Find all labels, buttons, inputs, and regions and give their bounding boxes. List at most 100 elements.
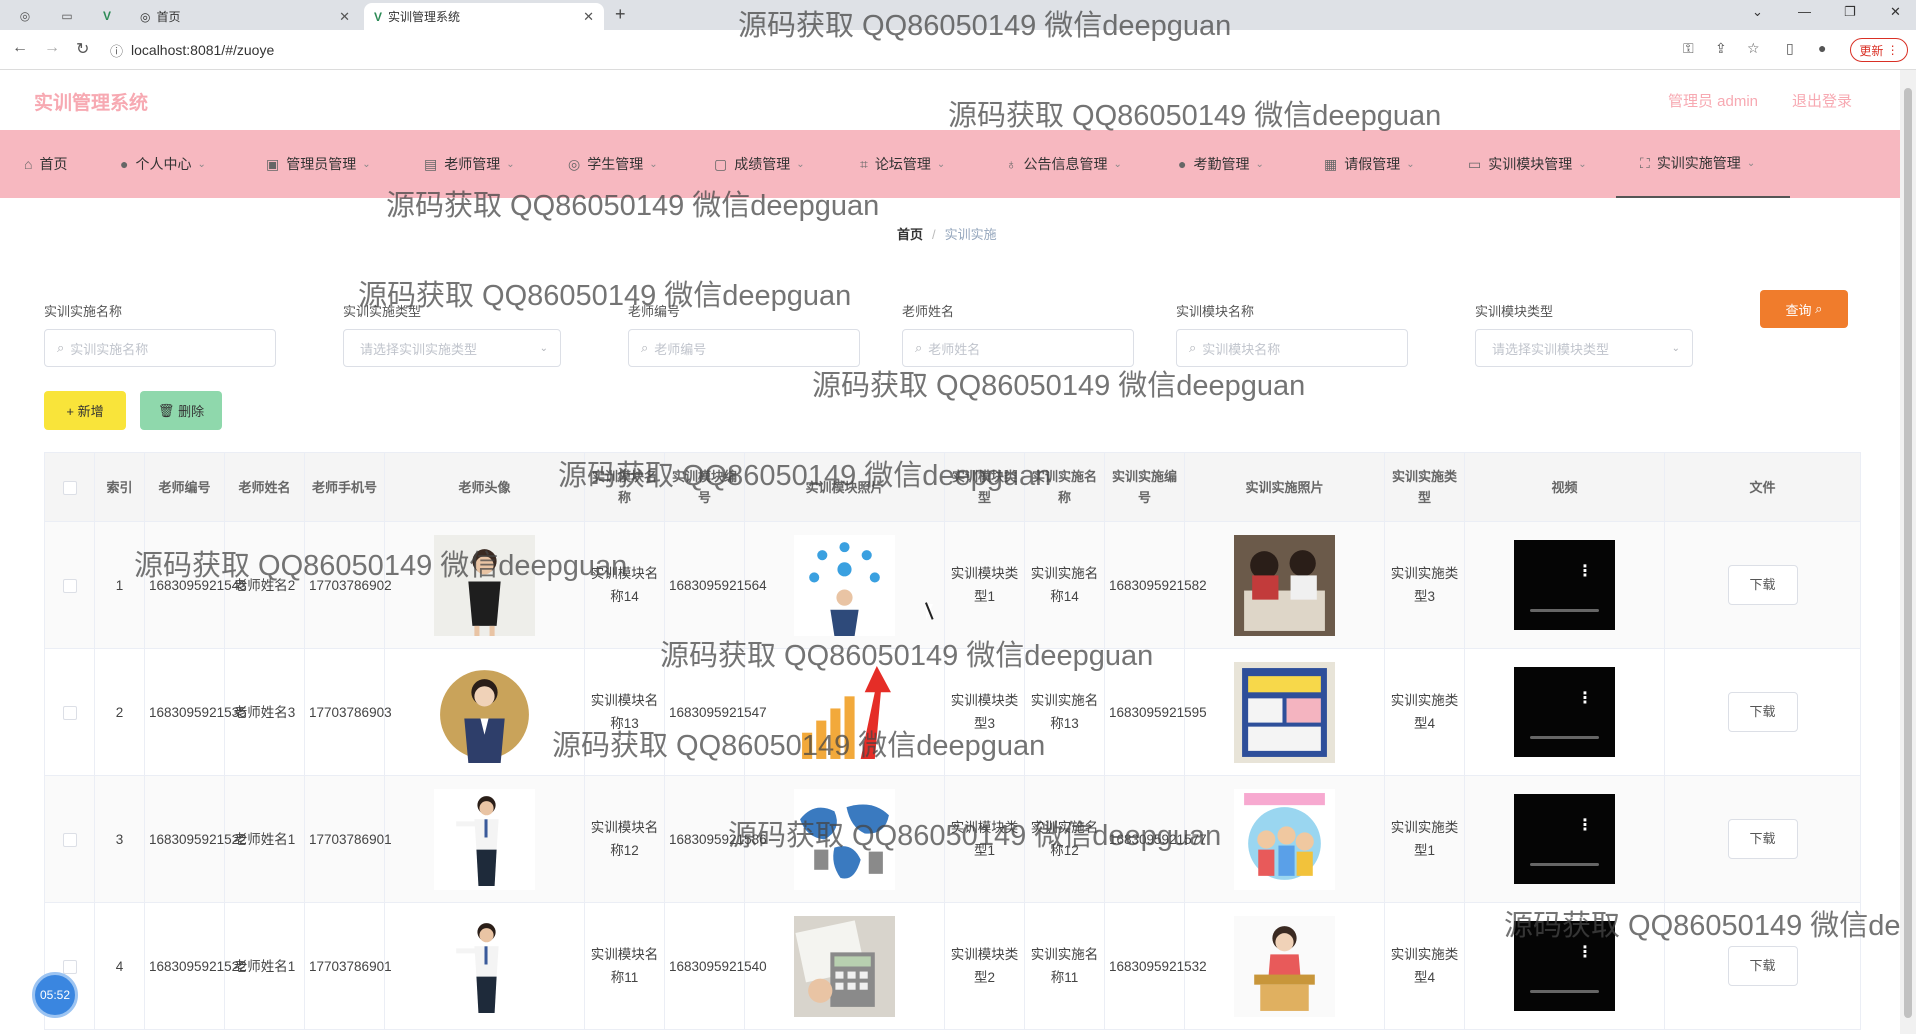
floating-clock-badge[interactable]: 05:52 (32, 972, 78, 1018)
video-progress-bar[interactable] (1530, 736, 1599, 739)
row-select[interactable] (44, 648, 95, 776)
restore-icon[interactable]: ❐ (1844, 4, 1856, 20)
download-button[interactable]: 下载 (1727, 819, 1798, 859)
close-icon[interactable]: ✕ (583, 9, 594, 25)
cell-impl-name: 实训实施名称11 (1024, 902, 1105, 1030)
row-select[interactable] (44, 521, 95, 649)
impl-photo-image[interactable] (1234, 788, 1335, 890)
delete-button[interactable]: 🗑 删除 (140, 391, 222, 430)
teacher-no-input[interactable]: ⌕ 老师编号 (628, 329, 860, 367)
tab-list-icon[interactable]: ⌄ (1752, 4, 1763, 20)
download-button[interactable]: 下载 (1727, 946, 1798, 986)
teacher-avatar-image[interactable] (434, 788, 535, 890)
header-select-all[interactable] (44, 452, 95, 522)
forward-arrow-icon[interactable]: → (44, 39, 60, 57)
table-row: 2 1683095921535 老师姓名3 17703786903 实训模块名称… (44, 648, 1861, 776)
menu-item-announcements[interactable]: ♁ 公告信息管理 ⌄ (1006, 130, 1122, 198)
cell-index: 1 (94, 521, 145, 649)
menu-item-leave[interactable]: ▦ 请假管理 ⌄ (1324, 130, 1415, 198)
module-photo-image[interactable] (794, 915, 895, 1017)
query-button[interactable]: 查询 ⌕ (1760, 290, 1848, 328)
column-header: 老师手机号 (304, 452, 385, 522)
teacher-avatar-image[interactable] (434, 915, 535, 1017)
video-player[interactable]: ⋮ (1514, 794, 1615, 884)
more-vertical-icon[interactable]: ⋮ (1577, 818, 1593, 834)
menu-item-modules[interactable]: ▭ 实训模块管理 ⌄ (1468, 130, 1587, 198)
checkbox[interactable] (62, 481, 77, 496)
cell-teacher-no: 1683095921535 (144, 648, 247, 776)
checkbox[interactable] (62, 832, 77, 847)
pinned-tab-icon[interactable]: ▭ (56, 5, 78, 27)
checkbox[interactable] (62, 578, 77, 593)
video-progress-bar[interactable] (1530, 863, 1599, 866)
impl-type-select[interactable]: 请选择实训实施类型 ⌄ (343, 329, 561, 367)
sidebar-icon[interactable]: ▯ (1786, 40, 1794, 57)
profile-icon[interactable]: ● (1818, 40, 1826, 56)
search-icon: ⌕ (1815, 301, 1823, 316)
minimize-icon[interactable]: — (1798, 4, 1811, 19)
video-player[interactable]: ⋮ (1514, 667, 1615, 757)
video-progress-bar[interactable] (1530, 609, 1599, 612)
reload-icon[interactable]: ↻ (76, 39, 89, 59)
page-scrollbar[interactable] (1900, 70, 1916, 1034)
module-type-select[interactable]: 请选择实训模块类型 ⌄ (1475, 329, 1693, 367)
module-photo-image[interactable] (794, 788, 895, 890)
menu-item-teachers[interactable]: ▤ 老师管理 ⌄ (424, 130, 515, 198)
breadcrumb-home[interactable]: 首页 (897, 227, 923, 242)
impl-photo-image[interactable] (1234, 661, 1335, 763)
cell-module-photo (744, 648, 945, 776)
module-photo-image[interactable] (794, 534, 895, 636)
column-header: 实训实施类型 (1384, 452, 1465, 522)
key-icon[interactable]: ⚿ (1683, 40, 1694, 57)
menu-item-profile[interactable]: ● 个人中心 ⌄ (120, 130, 206, 198)
video-player[interactable]: ⋮ (1514, 540, 1615, 630)
new-tab-button[interactable]: + (615, 4, 626, 25)
module-photo-image[interactable] (794, 661, 895, 763)
menu-item-implementation[interactable]: ⛶ 实训实施管理 ⌄ (1616, 130, 1790, 198)
checkbox[interactable] (62, 959, 77, 974)
download-button[interactable]: 下载 (1727, 692, 1798, 732)
cell-phone: 17703786903 (304, 648, 392, 776)
browser-tab-home[interactable]: ◎ 首页 ✕ (130, 3, 360, 30)
share-icon[interactable]: ⇪ (1715, 40, 1727, 57)
impl-photo-image[interactable] (1234, 915, 1335, 1017)
row-select[interactable] (44, 775, 95, 903)
search-icon: ⌕ (641, 340, 649, 355)
download-button[interactable]: 下载 (1727, 565, 1798, 605)
close-window-icon[interactable]: ✕ (1890, 4, 1901, 20)
trash-icon: 🗑 (157, 402, 175, 418)
module-name-input[interactable]: ⌕ 实训模块名称 (1176, 329, 1408, 367)
more-vertical-icon[interactable]: ⋮ (1577, 691, 1593, 707)
checkbox[interactable] (62, 705, 77, 720)
more-vertical-icon[interactable]: ⋮ (1577, 945, 1593, 961)
teacher-avatar-image[interactable] (434, 534, 535, 636)
menu-item-grades[interactable]: ▢ 成绩管理 ⌄ (714, 130, 805, 198)
close-icon[interactable]: ✕ (339, 9, 350, 25)
mouse-cursor (926, 604, 940, 620)
menu-item-forum[interactable]: ⌗ 论坛管理 ⌄ (860, 130, 945, 198)
browser-update-button[interactable]: 更新 ⋮ (1850, 38, 1908, 62)
teacher-avatar-image[interactable] (434, 661, 535, 763)
video-progress-bar[interactable] (1530, 990, 1599, 993)
impl-photo-image[interactable] (1234, 534, 1335, 636)
more-vertical-icon[interactable]: ⋮ (1577, 564, 1593, 580)
add-button[interactable]: + 新增 (44, 391, 126, 430)
url-field[interactable]: ⓘ localhost:8081/#/zuoye (110, 39, 274, 61)
home-icon: ⌂ (24, 156, 33, 172)
vue-tab-icon[interactable]: V (96, 5, 118, 27)
scrollbar-thumb[interactable] (1904, 88, 1912, 1018)
cell-teacher-avatar (384, 648, 585, 776)
menu-item-attendance[interactable]: ● 考勤管理 ⌄ (1178, 130, 1264, 198)
menu-item-students[interactable]: ◎ 学生管理 ⌄ (568, 130, 658, 198)
menu-item-home[interactable]: ⌂ 首页 (24, 130, 67, 198)
browser-tab-active[interactable]: V 实训管理系统 ✕ (364, 3, 604, 30)
teacher-name-input[interactable]: ⌕ 老师姓名 (902, 329, 1134, 367)
pinned-tab-icon[interactable]: ◎ (14, 5, 36, 27)
logout-link[interactable]: 退出登录 (1792, 90, 1852, 111)
bell-icon: ♁ (1006, 156, 1017, 172)
star-icon[interactable]: ☆ (1747, 40, 1760, 57)
impl-name-input[interactable]: ⌕ 实训实施名称 (44, 329, 276, 367)
video-player[interactable]: ⋮ (1514, 921, 1615, 1011)
back-arrow-icon[interactable]: ← (12, 39, 28, 57)
menu-item-admins[interactable]: ▣ 管理员管理 ⌄ (266, 130, 371, 198)
